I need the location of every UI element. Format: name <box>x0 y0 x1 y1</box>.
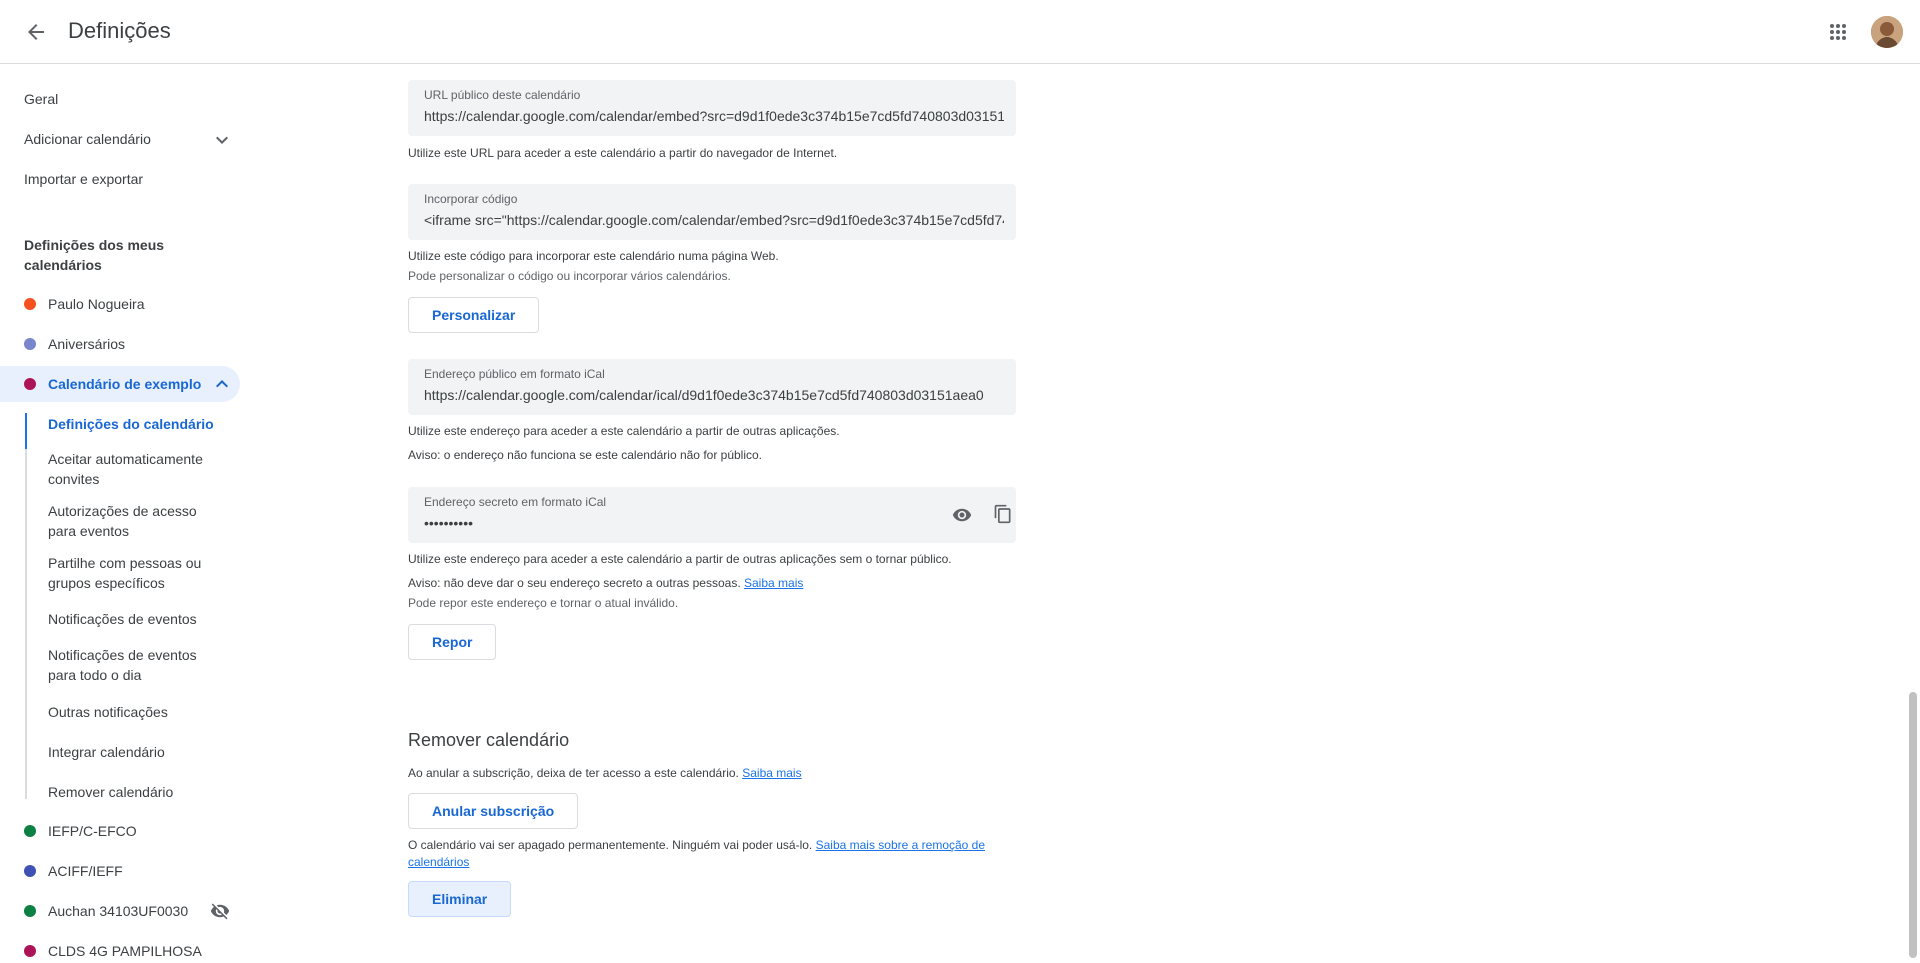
secret-ical-reset-help: Pode repor este endereço e tornar o atua… <box>408 596 679 610</box>
user-photo-icon <box>1871 16 1903 48</box>
secret-ical-warning-text: Aviso: não deve dar o seu endereço secre… <box>408 576 741 590</box>
calendar-label: Paulo Nogueira <box>48 296 145 312</box>
calendar-color-dot <box>24 905 36 917</box>
calendar-color-dot <box>24 298 36 310</box>
calendar-color-dot <box>24 865 36 877</box>
back-button[interactable] <box>16 12 56 52</box>
calendar-color-dot <box>24 378 36 390</box>
my-calendars-heading: Definições dos meus calendários <box>24 237 165 273</box>
secret-ical-help: Utilize este endereço para aceder a este… <box>408 552 952 566</box>
nav-import-export[interactable]: Importar e exportar <box>24 171 143 187</box>
arrow-back-icon <box>28 24 44 40</box>
learn-more-link[interactable]: Saiba mais <box>742 766 801 780</box>
embed-code-field[interactable]: Incorporar código <iframe src="https://c… <box>408 184 1016 240</box>
field-value[interactable]: https://calendar.google.com/calendar/ica… <box>424 387 1004 403</box>
calendar-item-aciff[interactable]: ACIFF/IEFF <box>0 853 240 889</box>
sub-item-remove-calendar[interactable]: Remover calendário <box>48 782 218 802</box>
public-ical-warning: Aviso: o endereço não funciona se este c… <box>408 448 763 462</box>
sub-item-other-notifications[interactable]: Outras notificações <box>48 702 218 722</box>
chevron-up-icon[interactable] <box>210 372 234 396</box>
nav-add-calendar[interactable]: Adicionar calendário <box>24 131 151 147</box>
secret-ical-warning: Aviso: não deve dar o seu endereço secre… <box>408 576 803 590</box>
embed-code-help: Utilize este código para incorporar este… <box>408 249 779 263</box>
sub-item-auto-accept[interactable]: Aceitar automaticamente convites <box>48 449 218 489</box>
chevron-down-icon[interactable] <box>210 128 234 152</box>
calendar-color-dot <box>24 945 36 957</box>
sub-item-event-notifications[interactable]: Notificações de eventos <box>48 609 218 629</box>
calendar-item-calendario-de-exemplo[interactable]: Calendário de exemplo <box>0 366 240 402</box>
app-header: Definições <box>0 0 1920 64</box>
calendar-label: CLDS 4G PAMPILHOSA <box>48 943 202 959</box>
field-label: Endereço público em formato iCal <box>424 367 605 381</box>
unsubscribe-help: Ao anular a subscrição, deixa de ter ace… <box>408 766 802 780</box>
field-value[interactable]: https://calendar.google.com/calendar/emb… <box>424 108 1004 124</box>
apps-grid-icon <box>1830 24 1846 40</box>
submenu-rail <box>25 413 27 799</box>
page-title: Definições <box>68 18 171 43</box>
calendar-label: Auchan 34103UF0030 <box>48 903 189 919</box>
submenu-active-indicator <box>25 413 27 449</box>
account-avatar[interactable] <box>1871 16 1903 48</box>
calendar-label: Calendário de exemplo <box>48 376 202 392</box>
sub-item-access-permissions[interactable]: Autorizações de acesso para eventos <box>48 501 218 541</box>
google-apps-button[interactable] <box>1818 12 1858 52</box>
public-ical-field[interactable]: Endereço público em formato iCal https:/… <box>408 359 1016 415</box>
scrollbar-thumb[interactable] <box>1909 692 1917 958</box>
public-url-field[interactable]: URL público deste calendário https://cal… <box>408 80 1016 136</box>
field-value[interactable]: •••••••••• <box>424 515 944 531</box>
unsubscribe-button[interactable]: Anular subscrição <box>408 793 579 829</box>
calendar-label: IEFP/C-EFCO <box>48 823 137 839</box>
sub-item-all-day-notifications[interactable]: Notificações de eventos para todo o dia <box>48 645 218 685</box>
calendar-item-clds[interactable]: CLDS 4G PAMPILHOSA <box>0 933 240 963</box>
customize-button[interactable]: Personalizar <box>408 297 540 333</box>
reset-button[interactable]: Repor <box>408 624 497 660</box>
field-label: URL público deste calendário <box>424 88 581 102</box>
settings-sidebar: Geral Adicionar calendário Importar e ex… <box>0 65 256 963</box>
calendar-item-auchan[interactable]: Auchan 34103UF0030 <box>0 893 240 929</box>
field-value[interactable]: <iframe src="https://calendar.google.com… <box>424 212 1004 228</box>
sub-item-integrate-calendar[interactable]: Integrar calendário <box>48 742 218 762</box>
field-label: Endereço secreto em formato iCal <box>424 495 607 509</box>
public-ical-help: Utilize este endereço para aceder a este… <box>408 424 840 438</box>
sub-item-share-with-people[interactable]: Partilhe com pessoas ou grupos específic… <box>48 553 218 593</box>
unsubscribe-help-text: Ao anular a subscrição, deixa de ter ace… <box>408 766 739 780</box>
remove-calendar-heading: Remover calendário <box>408 730 570 750</box>
secret-ical-field[interactable]: Endereço secreto em formato iCal •••••••… <box>408 487 1016 543</box>
delete-help: O calendário vai ser apagado permanentem… <box>408 837 1008 871</box>
embed-code-help-secondary: Pode personalizar o código ou incorporar… <box>408 269 731 283</box>
learn-more-link[interactable]: Saiba mais <box>744 576 803 590</box>
eye-icon[interactable] <box>946 499 978 531</box>
calendar-color-dot <box>24 825 36 837</box>
calendar-color-dot <box>24 338 36 350</box>
delete-button[interactable]: Eliminar <box>408 881 512 917</box>
calendar-item-iefp[interactable]: IEFP/C-EFCO <box>0 813 240 849</box>
calendar-item-aniversarios[interactable]: Aniversários <box>0 326 240 362</box>
nav-general[interactable]: Geral <box>24 91 58 107</box>
calendar-label: ACIFF/IEFF <box>48 863 123 879</box>
field-label: Incorporar código <box>424 192 518 206</box>
delete-help-text: O calendário vai ser apagado permanentem… <box>408 838 813 852</box>
sub-item-calendar-settings[interactable]: Definições do calendário <box>48 414 218 434</box>
calendar-label: Aniversários <box>48 336 126 352</box>
visibility-off-icon[interactable] <box>208 899 232 923</box>
copy-icon[interactable] <box>987 498 1019 530</box>
calendar-item-paulo-nogueira[interactable]: Paulo Nogueira <box>0 286 240 322</box>
public-url-help: Utilize este URL para aceder a este cale… <box>408 146 838 160</box>
